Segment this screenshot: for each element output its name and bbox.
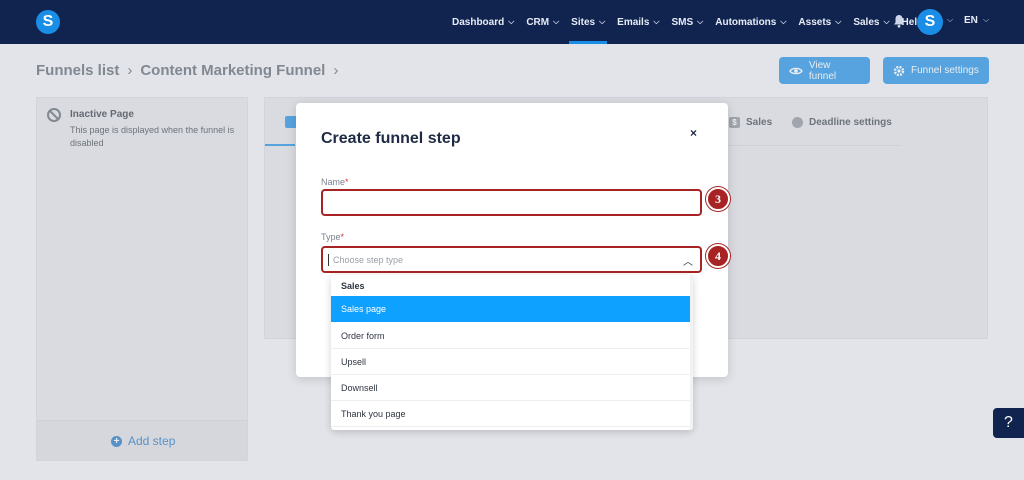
inactive-page-description: This page is displayed when the funnel i…	[70, 125, 235, 148]
chevron-down-icon: ⌵	[508, 17, 515, 26]
modal-title: Create funnel step	[321, 130, 461, 147]
tab-sales-label: Sales	[746, 117, 773, 128]
chevron-down-icon: ⌵	[835, 17, 842, 26]
dropdown-option-thank-you-page[interactable]: Thank you page	[331, 401, 690, 427]
chevron-down-icon: ⌵	[780, 17, 787, 26]
close-icon[interactable]: ×	[690, 126, 697, 140]
nav-item-assets[interactable]: Assets ⌵	[792, 0, 847, 44]
view-funnel-label: View funnel	[808, 59, 837, 82]
chevron-right-icon: ›	[127, 62, 133, 79]
clock-icon	[792, 117, 803, 128]
nav-item-sms[interactable]: SMS ⌵	[665, 0, 709, 44]
add-step-button[interactable]: + Add step	[111, 434, 175, 448]
name-label-text: Name	[321, 177, 346, 187]
help-button[interactable]: ?	[993, 408, 1024, 438]
name-input[interactable]	[321, 189, 702, 216]
app-logo[interactable]: S	[36, 10, 60, 34]
plus-circle-icon: +	[111, 435, 122, 447]
chevron-down-icon: ⌵	[883, 17, 890, 26]
view-funnel-button[interactable]: View funnel	[779, 57, 870, 84]
chevron-down-icon[interactable]: ⌵	[947, 15, 953, 25]
breadcrumb-current: Content Marketing Funnel	[140, 62, 326, 79]
type-field-label: Type*	[321, 232, 344, 242]
gear-icon	[893, 65, 905, 76]
type-label-text: Type	[321, 232, 341, 242]
inactive-page-title[interactable]: Inactive Page	[70, 109, 134, 120]
dropdown-option-upsell[interactable]: Upsell	[331, 349, 690, 375]
eye-icon	[789, 67, 803, 74]
bell-icon[interactable]	[893, 14, 905, 28]
language-selector[interactable]: EN	[964, 15, 978, 26]
main-nav: Dashboard ⌵ CRM ⌵ Sites ⌵ Emails ⌵ SMS ⌵ Auto…	[446, 0, 929, 44]
nav-label: Sites	[571, 16, 596, 28]
nav-item-sales[interactable]: Sales ⌵	[847, 0, 895, 44]
nav-item-automations[interactable]: Automations ⌵	[709, 0, 792, 44]
nav-label: Automations	[715, 16, 777, 28]
user-avatar[interactable]: S	[917, 9, 943, 35]
required-mark: *	[340, 232, 345, 242]
dropdown-group-label: Sales	[341, 281, 365, 291]
chevron-right-icon[interactable]: ›	[333, 62, 338, 79]
step-badge-4: 4	[706, 244, 730, 268]
breadcrumb-funnels-list[interactable]: Funnels list	[36, 62, 119, 79]
text-cursor	[328, 254, 329, 266]
dropdown-option-downsell[interactable]: Downsell	[331, 375, 690, 401]
type-select[interactable]: Choose step type ︿	[321, 246, 702, 273]
add-step-area: + Add step	[37, 420, 247, 460]
chevron-down-icon[interactable]: ⌵	[983, 15, 989, 25]
tab-deadline-label: Deadline settings	[809, 117, 892, 128]
chevron-down-icon: ⌵	[599, 17, 606, 26]
nav-item-sites[interactable]: Sites ⌵	[565, 0, 611, 44]
inactive-icon	[47, 108, 61, 122]
dropdown-scrollbar[interactable]	[690, 275, 693, 430]
funnel-settings-label: Funnel settings	[911, 65, 979, 76]
nav-label: Sales	[853, 16, 880, 28]
dollar-icon: $	[729, 117, 740, 128]
nav-item-dashboard[interactable]: Dashboard ⌵	[446, 0, 520, 44]
nav-label: Emails	[617, 16, 650, 28]
funnel-steps-panel: Inactive Page This page is displayed whe…	[36, 97, 248, 461]
nav-label: CRM	[526, 16, 550, 28]
chevron-down-icon: ⌵	[653, 17, 660, 26]
nav-item-crm[interactable]: CRM ⌵	[520, 0, 565, 44]
dropdown-option-order-form[interactable]: Order form	[331, 323, 690, 349]
nav-label: SMS	[671, 16, 694, 28]
chevron-down-icon: ⌵	[697, 17, 704, 26]
step-type-dropdown: Sales Sales page Order form Upsell Downs…	[331, 275, 693, 430]
type-placeholder: Choose step type	[333, 255, 404, 265]
funnel-settings-button[interactable]: Funnel settings	[883, 57, 989, 84]
tab-sales[interactable]: $ Sales	[729, 117, 772, 128]
dropdown-option-sales-page[interactable]: Sales page	[331, 296, 690, 322]
active-tab-indicator	[265, 144, 295, 146]
step-badge-3: 3	[706, 187, 730, 211]
chevron-down-icon: ⌵	[553, 17, 560, 26]
nav-label: Dashboard	[452, 16, 505, 28]
add-step-label: Add step	[128, 434, 176, 448]
chevron-up-icon[interactable]: ︿	[683, 253, 693, 268]
tab-deadline-settings[interactable]: Deadline settings	[792, 117, 892, 128]
name-field-label: Name*	[321, 177, 349, 187]
top-navbar: S Dashboard ⌵ CRM ⌵ Sites ⌵ Emails ⌵ SMS ⌵ Au…	[0, 0, 1024, 44]
breadcrumb: Funnels list › Content Marketing Funnel …	[36, 62, 346, 79]
required-mark: *	[345, 177, 349, 187]
nav-item-emails[interactable]: Emails ⌵	[611, 0, 665, 44]
nav-label: Assets	[798, 16, 832, 28]
